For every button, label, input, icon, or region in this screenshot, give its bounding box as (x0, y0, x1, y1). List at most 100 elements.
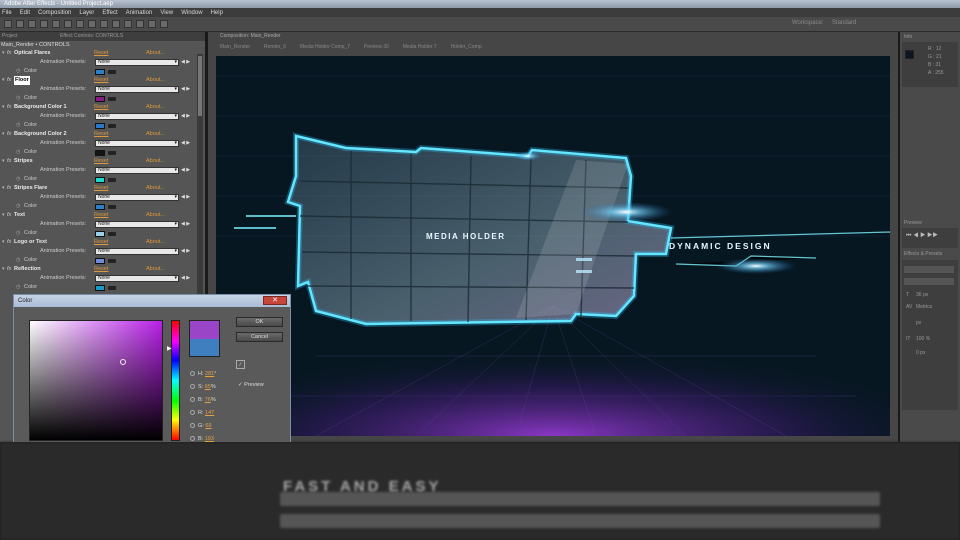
color-swatch[interactable] (95, 150, 105, 156)
baseline-value[interactable]: 0 px (916, 350, 925, 356)
preset-nav-icon[interactable]: ◀ ▶ (181, 166, 190, 175)
expand-arrow-icon[interactable]: ▾ (2, 157, 5, 166)
workspace-select[interactable]: Standard (832, 20, 856, 26)
about-link[interactable]: About... (146, 238, 165, 247)
color-swatch[interactable] (95, 177, 105, 183)
menu-view[interactable]: View (160, 10, 173, 16)
stopwatch-icon[interactable]: ◷ (16, 202, 20, 211)
font-style-field[interactable] (904, 278, 954, 285)
hue-slider[interactable] (171, 320, 180, 441)
zoom-tool-icon[interactable] (28, 20, 36, 28)
color-swatch[interactable] (95, 96, 105, 102)
preset-nav-icon[interactable]: ◀ ▶ (181, 193, 190, 202)
fx-toggle-icon[interactable]: fx (7, 130, 11, 139)
stopwatch-icon[interactable]: ◷ (16, 67, 20, 76)
reset-link[interactable]: Reset (94, 130, 108, 139)
color-mode-radio[interactable] (190, 423, 195, 429)
tab-preview[interactable]: Preview (904, 220, 922, 226)
mask-tool-icon[interactable] (76, 20, 84, 28)
effect-row[interactable]: ▾ fx Stripes Flare Reset About... (0, 184, 205, 193)
cancel-button[interactable]: Cancel (236, 332, 283, 342)
tab-project[interactable]: Project (2, 33, 18, 39)
menu-file[interactable]: File (2, 10, 12, 16)
preset-nav-icon[interactable]: ◀ ▶ (181, 112, 190, 121)
breadcrumb-item[interactable]: Render_6 (264, 44, 286, 50)
preset-nav-icon[interactable]: ◀ ▶ (181, 58, 190, 67)
tab-effects-presets[interactable]: Effects & Presets (904, 251, 942, 257)
expand-arrow-icon[interactable]: ▾ (2, 49, 5, 58)
preset-nav-icon[interactable]: ◀ ▶ (181, 139, 190, 148)
color-field-value[interactable]: 69 (205, 423, 211, 429)
eyedropper-icon[interactable] (108, 259, 116, 263)
reset-link[interactable]: Reset (94, 49, 108, 58)
composition-viewer[interactable]: MEDIA HOLDER DYNAMIC DESIGN (216, 56, 890, 436)
about-link[interactable]: About... (146, 184, 165, 193)
expand-arrow-icon[interactable]: ▾ (2, 184, 5, 193)
fx-toggle-icon[interactable]: fx (7, 211, 11, 220)
clone-tool-icon[interactable] (124, 20, 132, 28)
fx-toggle-icon[interactable]: fx (7, 49, 11, 58)
reset-link[interactable]: Reset (94, 211, 108, 220)
effect-row[interactable]: ▾ fx Floor Reset About... (0, 76, 205, 85)
rotate-tool-icon[interactable] (40, 20, 48, 28)
animation-presets-dropdown[interactable]: None (95, 221, 179, 228)
about-link[interactable]: About... (146, 211, 165, 220)
animation-presets-dropdown[interactable]: None (95, 194, 179, 201)
pen-tool-icon[interactable] (88, 20, 96, 28)
expand-arrow-icon[interactable]: ▾ (2, 103, 5, 112)
fx-toggle-icon[interactable]: fx (7, 157, 11, 166)
tab-composition[interactable]: Composition: Main_Render (220, 32, 281, 40)
breadcrumb-item[interactable]: Media Holder Comp_7 (300, 44, 350, 50)
scale-value[interactable]: 100 % (916, 336, 930, 342)
breadcrumb-item[interactable]: Preview 30 (364, 44, 389, 50)
eraser-tool-icon[interactable] (136, 20, 144, 28)
hue-slider-handle-icon[interactable]: ▶ (167, 345, 172, 352)
preset-nav-icon[interactable]: ◀ ▶ (181, 247, 190, 256)
selection-tool-icon[interactable] (4, 20, 12, 28)
eyedropper-icon[interactable] (108, 286, 116, 290)
color-mode-radio[interactable] (190, 436, 195, 442)
eyedropper-icon[interactable] (108, 97, 116, 101)
timeline-layer-bar[interactable] (280, 514, 880, 528)
stopwatch-icon[interactable]: ◷ (16, 229, 20, 238)
puppet-tool-icon[interactable] (160, 20, 168, 28)
reset-link[interactable]: Reset (94, 184, 108, 193)
about-link[interactable]: About... (146, 103, 165, 112)
ok-button[interactable]: OK (236, 317, 283, 327)
effect-row[interactable]: ▾ fx Background Color 1 Reset About... (0, 103, 205, 112)
menu-layer[interactable]: Layer (79, 10, 94, 16)
effect-row[interactable]: ▾ fx Stripes Reset About... (0, 157, 205, 166)
color-mode-radio[interactable] (190, 371, 195, 377)
pan-behind-tool-icon[interactable] (64, 20, 72, 28)
color-swatch[interactable] (95, 123, 105, 129)
fx-toggle-icon[interactable]: fx (7, 184, 11, 193)
color-picker-cursor[interactable] (120, 359, 126, 365)
breadcrumb-item[interactable]: Holder_Comp (451, 44, 482, 50)
color-swatch[interactable] (95, 285, 105, 291)
menu-effect[interactable]: Effect (102, 10, 117, 16)
eyedropper-icon[interactable]: ⁄ (236, 360, 245, 369)
about-link[interactable]: About... (146, 49, 165, 58)
hand-tool-icon[interactable] (16, 20, 24, 28)
eyedropper-icon[interactable] (108, 70, 116, 74)
tab-effect-controls[interactable]: Effect Controls: CONTROLS (60, 33, 123, 39)
eyedropper-icon[interactable] (108, 232, 116, 236)
animation-presets-dropdown[interactable]: None (95, 113, 179, 120)
effect-controls-scrollbar[interactable] (197, 54, 203, 304)
color-swatch[interactable] (95, 69, 105, 75)
dialog-close-button[interactable]: ✕ (263, 296, 287, 305)
expand-arrow-icon[interactable]: ▾ (2, 211, 5, 220)
stopwatch-icon[interactable]: ◷ (16, 283, 20, 292)
eyedropper-icon[interactable] (108, 178, 116, 182)
fx-toggle-icon[interactable]: fx (7, 76, 11, 85)
eyedropper-icon[interactable] (108, 205, 116, 209)
font-size-value[interactable]: 36 px (916, 292, 928, 298)
expand-arrow-icon[interactable]: ▾ (2, 130, 5, 139)
fx-toggle-icon[interactable]: fx (7, 103, 11, 112)
text-tool-icon[interactable] (100, 20, 108, 28)
fx-toggle-icon[interactable]: fx (7, 238, 11, 247)
tab-info[interactable]: Info (904, 34, 912, 40)
color-mode-radio[interactable] (190, 410, 195, 416)
tracking-value[interactable]: Metrics (916, 304, 932, 310)
old-color-swatch[interactable] (189, 339, 220, 357)
